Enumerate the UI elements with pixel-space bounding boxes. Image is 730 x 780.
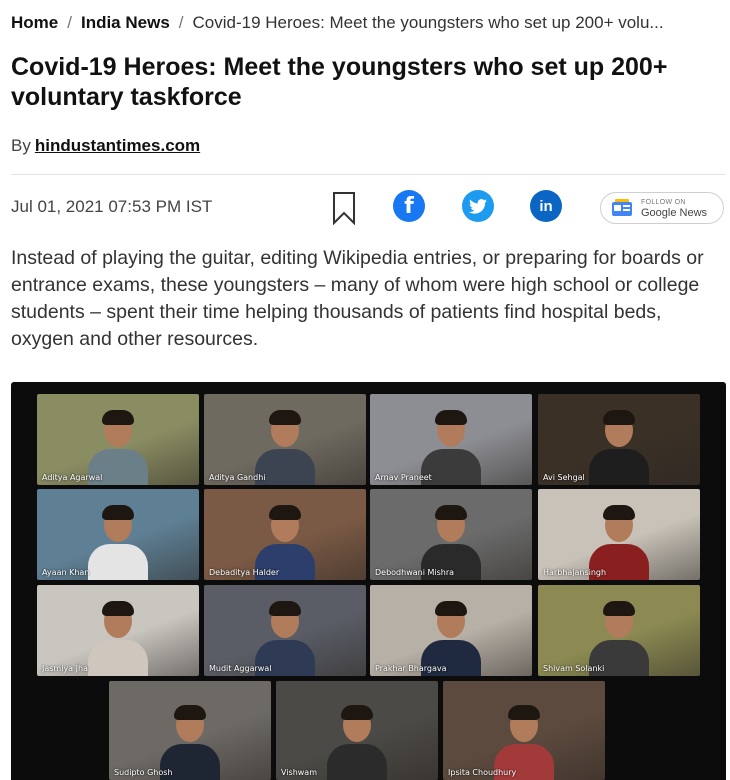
participant-tile: Prakhar Bhargava <box>370 585 532 676</box>
participant-tile: Sudipto Ghosh <box>109 681 271 780</box>
google-news-follow-button[interactable]: FOLLOW ON Google News <box>600 192 724 224</box>
participant-tile: Vishwam <box>276 681 438 780</box>
article-summary: Instead of playing the guitar, editing W… <box>11 247 704 350</box>
breadcrumb-section-link[interactable]: India News <box>81 13 170 33</box>
breadcrumb: Home / India News / Covid-19 Heroes: Mee… <box>11 10 723 36</box>
participant-tile: Arnav Praneet <box>370 394 532 485</box>
linkedin-share-button[interactable]: in <box>530 190 562 226</box>
participant-tile: Mudit Aggarwal <box>204 585 366 676</box>
participant-name: Shivam Solanki <box>543 664 605 673</box>
article-image-video-call: Aditya Agarwal Aditya Gandhi Arnav Praneet… <box>11 382 726 780</box>
participant-tile: Debaditya Halder <box>204 489 366 580</box>
breadcrumb-separator: / <box>178 13 184 32</box>
participant-name: Arnav Praneet <box>375 473 432 482</box>
participant-video <box>88 601 148 676</box>
facebook-glyph: f <box>404 193 414 219</box>
participant-name: Avi Sehgal <box>543 473 585 482</box>
breadcrumb-current: Covid-19 Heroes: Meet the youngsters who… <box>192 13 664 32</box>
participant-name: Ipsita Choudhury <box>448 768 517 777</box>
breadcrumb-separator: / <box>67 13 72 32</box>
google-news-news-label: News <box>679 207 708 219</box>
linkedin-glyph: in <box>539 197 553 215</box>
facebook-icon: f <box>393 190 425 222</box>
participant-name: Vishwam <box>281 768 317 777</box>
participant-tile: Jasmiya Jha <box>37 585 199 676</box>
bookmark-icon <box>333 192 355 226</box>
participant-name: Debodhwani Mishra <box>375 568 455 577</box>
participant-name: Ayaan Khan <box>42 568 90 577</box>
twitter-share-button[interactable] <box>462 190 494 226</box>
byline: By hindustantimes.com <box>11 136 200 156</box>
participant-name: Harbhajansingh <box>543 568 607 577</box>
google-news-google-label: Google <box>641 207 677 219</box>
participant-tile: Shivam Solanki <box>538 585 700 676</box>
participant-tile: Ayaan Khan <box>37 489 199 580</box>
divider <box>11 174 726 175</box>
participant-name: Mudit Aggarwal <box>209 664 272 673</box>
twitter-icon <box>462 190 494 222</box>
participant-video <box>589 410 649 485</box>
participant-tile: Aditya Agarwal <box>37 394 199 485</box>
author-link[interactable]: hindustantimes.com <box>35 136 200 155</box>
linkedin-icon: in <box>530 190 562 222</box>
participant-name: Aditya Agarwal <box>42 473 103 482</box>
participant-name: Prakhar Bhargava <box>375 664 447 673</box>
participant-name: Jasmiya Jha <box>42 664 88 673</box>
article-headline: Covid-19 Heroes: Meet the youngsters who… <box>11 53 668 111</box>
byline-prefix: By <box>11 136 31 155</box>
google-news-icon <box>611 199 633 217</box>
facebook-share-button[interactable]: f <box>393 190 425 226</box>
breadcrumb-home-link[interactable]: Home <box>11 13 58 33</box>
bookmark-button[interactable] <box>331 191 359 227</box>
participant-tile: Aditya Gandhi <box>204 394 366 485</box>
participant-tile: Debodhwani Mishra <box>370 489 532 580</box>
participant-name: Aditya Gandhi <box>209 473 266 482</box>
participant-tile: Ipsita Choudhury <box>443 681 605 780</box>
participant-video <box>88 505 148 580</box>
participant-name: Sudipto Ghosh <box>114 768 173 777</box>
participant-tile: Harbhajansingh <box>538 489 700 580</box>
participant-tile: Avi Sehgal <box>538 394 700 485</box>
participant-video <box>327 705 387 780</box>
participant-name: Debaditya Halder <box>209 568 280 577</box>
publish-date: Jul 01, 2021 07:53 PM IST <box>11 197 213 216</box>
